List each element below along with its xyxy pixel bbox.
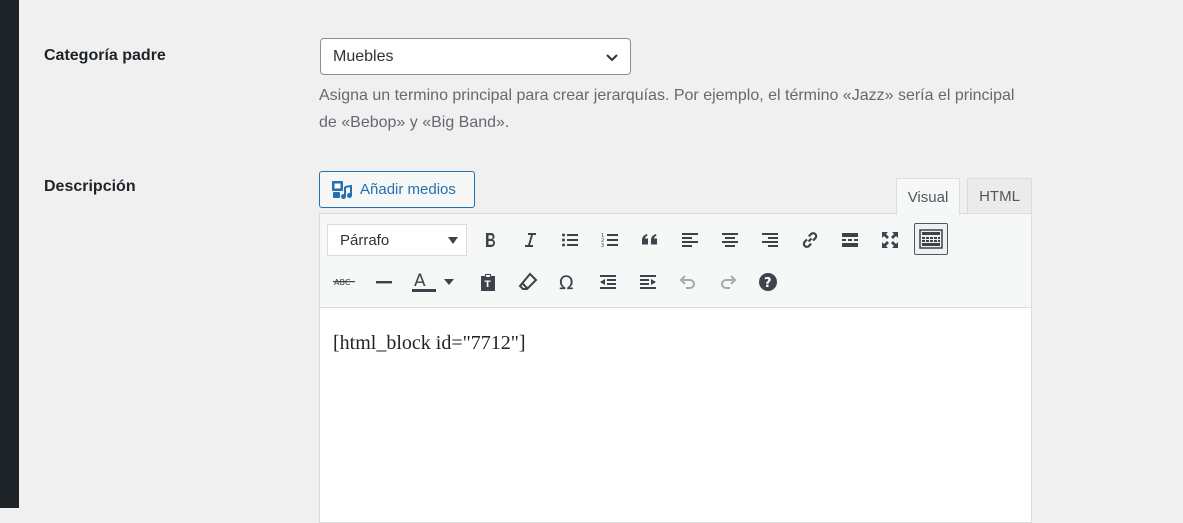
svg-text:ABC: ABC [334,278,351,287]
redo-button[interactable] [713,267,743,297]
indent-button[interactable] [633,267,663,297]
link-icon [802,232,818,248]
chevron-down-icon [606,54,618,62]
italic-icon [525,233,536,247]
align-right-icon [762,233,778,247]
bullet-list-icon [562,233,578,247]
numbered-list-button[interactable]: 123 [595,225,625,255]
omega-icon: Ω [559,272,574,292]
eraser-icon [518,272,538,290]
format-select-value: Párrafo [340,231,390,249]
keyboard-icon [919,229,943,249]
horizontal-line-button[interactable] [369,267,399,297]
add-media-button[interactable]: Añadir medios [319,171,475,208]
dropdown-arrow-icon [444,279,454,285]
svg-text:3: 3 [601,243,604,249]
description-editor[interactable]: Párrafo 123 ABC A T Ω ? [html_block id="… [319,213,1032,523]
undo-icon [679,275,695,289]
toolbar-toggle-button[interactable] [914,223,948,255]
parent-category-help: Asigna un termino principal para crear j… [319,87,1015,131]
align-center-button[interactable] [715,225,745,255]
svg-text:A: A [414,271,426,291]
clear-formatting-button[interactable] [513,267,543,297]
align-left-icon [682,233,698,247]
text-color-icon: A [412,271,436,292]
blockquote-button[interactable] [635,225,665,255]
insert-link-button[interactable] [795,225,825,255]
read-more-icon [842,233,858,247]
outdent-icon [600,275,616,289]
paste-text-button[interactable]: T [473,267,503,297]
redo-icon [721,275,737,289]
bullet-list-button[interactable] [555,225,585,255]
help-icon: ? [759,273,777,291]
horizontal-line-icon [376,281,392,284]
tab-visual[interactable]: Visual [896,178,960,215]
admin-sidebar-edge [0,0,19,508]
quote-icon [642,234,657,245]
clipboard-icon: T [481,274,495,291]
align-right-button[interactable] [755,225,785,255]
svg-text:?: ? [764,276,772,291]
editor-content[interactable]: [html_block id="7712"] [333,332,526,355]
description-label: Descripción [44,178,136,195]
bold-icon [486,233,495,247]
editor-toolbar: Párrafo 123 ABC A T Ω ? [320,214,1031,308]
strikethrough-button[interactable]: ABC [329,267,359,297]
strikethrough-icon: ABC [333,278,355,287]
parent-category-value: Muebles [333,47,394,65]
special-character-button[interactable]: Ω [553,267,583,297]
dropdown-arrow-icon [448,237,458,244]
svg-text:Ω: Ω [559,272,574,292]
align-center-icon [722,233,738,247]
text-color-button[interactable]: A [409,267,439,297]
fullscreen-button[interactable] [875,225,905,255]
numbered-list-icon: 123 [601,233,618,249]
format-select[interactable]: Párrafo [327,224,467,256]
fullscreen-icon [882,232,898,248]
media-icon [332,181,352,199]
read-more-button[interactable] [835,225,865,255]
undo-button[interactable] [673,267,703,297]
add-media-label: Añadir medios [360,181,456,198]
italic-button[interactable] [515,225,545,255]
align-left-button[interactable] [675,225,705,255]
svg-text:T: T [485,280,492,290]
parent-category-select[interactable]: Muebles [320,38,631,75]
text-color-dropdown[interactable] [440,267,458,297]
outdent-button[interactable] [593,267,623,297]
tab-html[interactable]: HTML [967,178,1032,214]
indent-icon [640,275,656,289]
parent-category-label: Categoría padre [44,47,166,64]
bold-button[interactable] [475,225,505,255]
help-button[interactable]: ? [753,267,783,297]
